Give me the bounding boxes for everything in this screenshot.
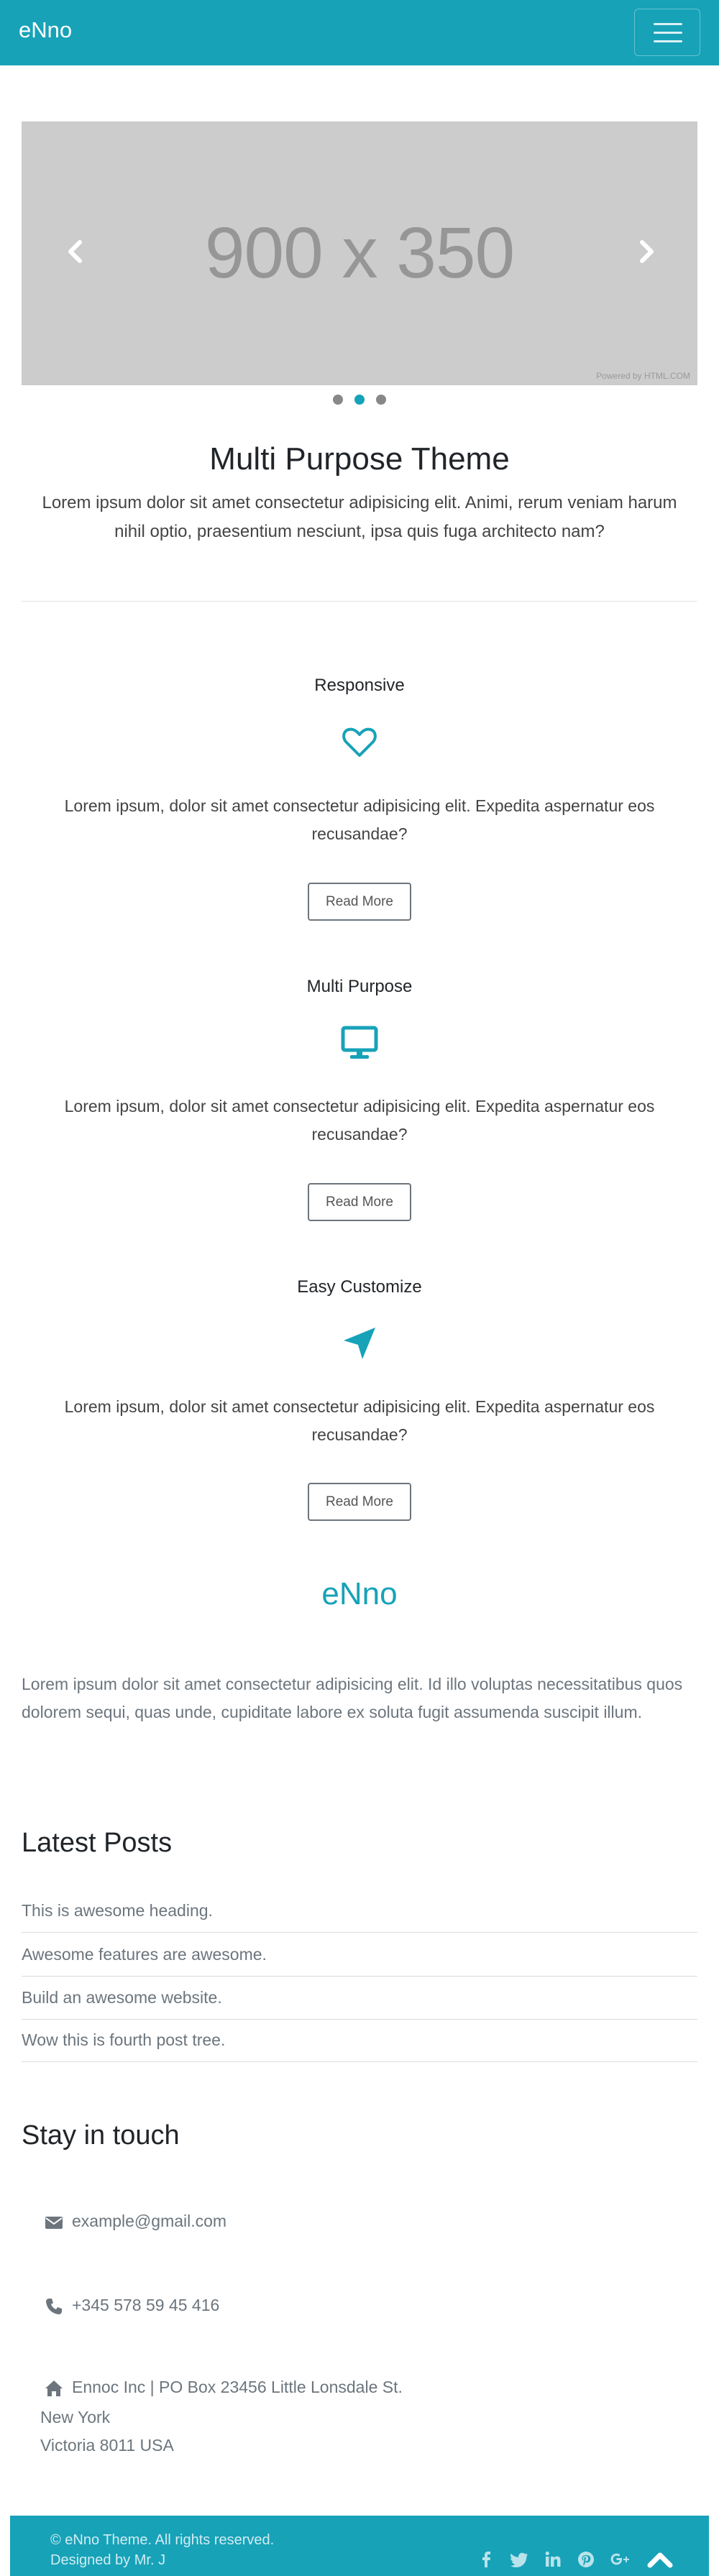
location-arrow-icon <box>344 1328 375 1359</box>
post-link[interactable]: Build an awesome website. <box>22 1977 697 2020</box>
feature-text: Lorem ipsum, dolor sit amet consectetur … <box>64 1397 655 1444</box>
desktop-icon <box>341 1026 378 1059</box>
intro-text: Lorem ipsum dolor sit amet consectetur a… <box>42 493 677 541</box>
chevron-up-icon[interactable] <box>647 2548 673 2570</box>
posts-title: Latest Posts <box>22 1828 173 1858</box>
divider <box>22 601 697 602</box>
feature-title: Responsive <box>314 676 405 695</box>
copyright-text: © eNno Theme. All rights reserved. <box>50 2532 275 2548</box>
hamburger-icon <box>654 23 682 25</box>
brand-logo[interactable]: eNno <box>19 17 72 43</box>
contact-address: Ennoc Inc | PO Box 23456 Little Lonsdale… <box>45 2378 403 2398</box>
feature-easy-customize: Easy Customize <box>0 1277 719 1297</box>
read-more-button[interactable]: Read More <box>308 1183 411 1221</box>
carousel-indicator[interactable] <box>376 395 386 405</box>
contact-email: example@gmail.com <box>45 2212 226 2232</box>
heart-icon <box>342 727 377 757</box>
chevron-left-icon[interactable] <box>58 234 93 270</box>
about-text: Lorem ipsum dolor sit amet consectetur a… <box>22 1675 683 1721</box>
footer: © eNno Theme. All rights reserved. Desig… <box>10 2516 709 2576</box>
home-icon <box>45 2380 63 2396</box>
read-more-button[interactable]: Read More <box>308 1483 411 1521</box>
feature-multi-purpose: Multi Purpose <box>0 977 719 997</box>
navbar: eNno <box>0 0 719 65</box>
address-line: Victoria 8011 USA <box>40 2436 174 2455</box>
post-link[interactable]: Wow this is fourth post tree. <box>22 2019 697 2062</box>
post-link[interactable]: Awesome features are awesome. <box>22 1933 697 1977</box>
read-more-button[interactable]: Read More <box>308 883 411 921</box>
about-title: eNno <box>321 1576 398 1611</box>
carousel: 900 x 350 Powered by HTML.COM <box>22 121 697 385</box>
chevron-right-icon[interactable] <box>628 234 664 270</box>
carousel-indicators <box>0 395 719 409</box>
google-plus-icon[interactable] <box>610 2550 631 2569</box>
powered-by-label: Powered by HTML.COM <box>596 371 690 381</box>
phone-icon <box>46 2298 62 2314</box>
pinterest-icon[interactable] <box>577 2550 595 2569</box>
designed-by-text: Designed by Mr. J <box>50 2552 166 2568</box>
carousel-indicator-active[interactable] <box>354 395 365 405</box>
intro-title: Multi Purpose Theme <box>209 441 510 477</box>
feature-responsive: Responsive <box>0 676 719 696</box>
address-line: New York <box>40 2408 111 2426</box>
carousel-slide-image: 900 x 350 <box>204 213 515 293</box>
feature-text: Lorem ipsum, dolor sit amet consectetur … <box>64 796 655 843</box>
feature-title: Easy Customize <box>297 1277 422 1297</box>
post-link[interactable]: This is awesome heading. <box>22 1890 697 1933</box>
envelope-icon <box>45 2216 63 2229</box>
address-line: Ennoc Inc | PO Box 23456 Little Lonsdale… <box>72 2378 403 2396</box>
twitter-icon[interactable] <box>510 2550 529 2569</box>
carousel-indicator[interactable] <box>333 395 343 405</box>
facebook-icon[interactable] <box>477 2550 496 2569</box>
contact-phone: +345 578 59 45 416 <box>45 2296 219 2316</box>
email-text[interactable]: example@gmail.com <box>72 2212 226 2230</box>
feature-title: Multi Purpose <box>306 977 413 996</box>
navbar-toggle-button[interactable] <box>634 9 700 56</box>
phone-text[interactable]: +345 578 59 45 416 <box>72 2296 219 2314</box>
feature-text: Lorem ipsum, dolor sit amet consectetur … <box>64 1097 655 1144</box>
contact-title: Stay in touch <box>22 2120 180 2150</box>
linkedin-icon[interactable] <box>544 2550 562 2569</box>
